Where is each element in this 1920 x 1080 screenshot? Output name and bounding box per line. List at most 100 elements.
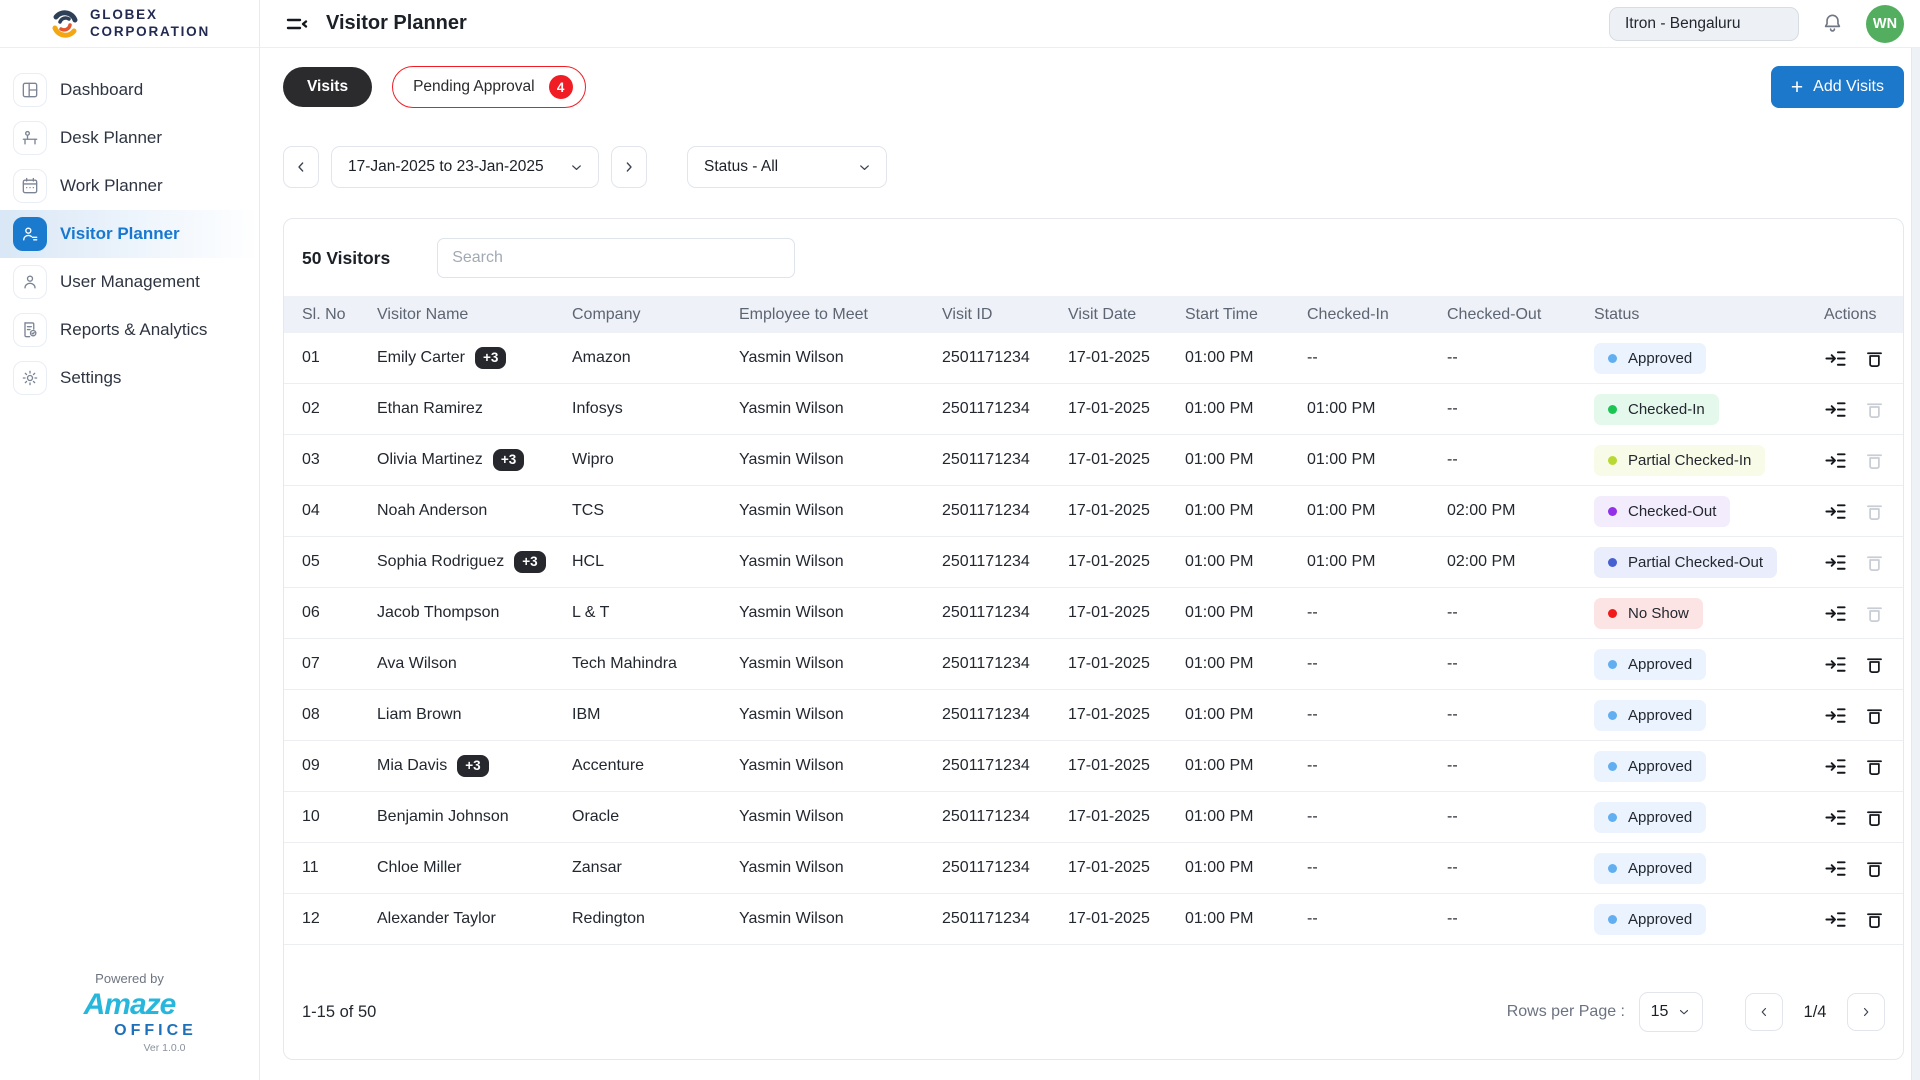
sidebar-collapse-icon[interactable] bbox=[284, 11, 310, 37]
delete-button[interactable] bbox=[1864, 807, 1885, 828]
cell-actions bbox=[1824, 653, 1885, 676]
delete-button[interactable] bbox=[1864, 909, 1885, 930]
status-dot bbox=[1608, 864, 1617, 873]
next-page-button[interactable] bbox=[1847, 993, 1885, 1031]
next-week-button[interactable] bbox=[611, 146, 647, 188]
work-planner-icon bbox=[13, 169, 47, 203]
check-in-visitor-button[interactable] bbox=[1824, 500, 1847, 523]
status-dot bbox=[1608, 405, 1617, 414]
additional-visitors-badge[interactable]: +3 bbox=[514, 551, 545, 573]
cell-employee-to-meet: Yasmin Wilson bbox=[739, 757, 942, 775]
additional-visitors-badge[interactable]: +3 bbox=[457, 755, 488, 777]
cell-visitor-name: Noah Anderson bbox=[377, 502, 572, 520]
sidebar-item-settings[interactable]: Settings bbox=[0, 354, 259, 402]
cell-visit-id: 2501171234 bbox=[942, 859, 1068, 877]
cell-company: Wipro bbox=[572, 451, 739, 469]
cell-employee-to-meet: Yasmin Wilson bbox=[739, 910, 942, 928]
check-in-icon bbox=[1824, 806, 1847, 829]
user-avatar[interactable]: WN bbox=[1866, 5, 1904, 43]
cell-start-time: 01:00 PM bbox=[1185, 400, 1307, 418]
status-dot bbox=[1608, 354, 1617, 363]
status-badge: Approved bbox=[1594, 802, 1706, 833]
delete-button[interactable] bbox=[1864, 348, 1885, 369]
check-in-visitor-button[interactable] bbox=[1824, 449, 1847, 472]
previous-page-button[interactable] bbox=[1745, 993, 1783, 1031]
check-in-visitor-button[interactable] bbox=[1824, 755, 1847, 778]
cell-sl-no: 12 bbox=[302, 910, 377, 928]
notification-bell-icon[interactable] bbox=[1821, 12, 1844, 35]
cell-visit-id: 2501171234 bbox=[942, 553, 1068, 571]
check-in-visitor-button[interactable] bbox=[1824, 347, 1847, 370]
delete-button[interactable] bbox=[1864, 450, 1885, 471]
cell-checked-in: -- bbox=[1307, 655, 1447, 673]
previous-week-button[interactable] bbox=[283, 146, 319, 188]
app-window: GLOBEX CORPORATION Dashboard Desk Planne… bbox=[0, 0, 1920, 1080]
delete-button[interactable] bbox=[1864, 399, 1885, 420]
trash-icon bbox=[1864, 807, 1885, 828]
check-in-visitor-button[interactable] bbox=[1824, 857, 1847, 880]
globex-logo-icon bbox=[49, 8, 81, 40]
topbar: Visitor Planner Itron - Bengaluru WN bbox=[260, 0, 1920, 48]
tab-visits[interactable]: Visits bbox=[283, 67, 372, 107]
check-in-visitor-button[interactable] bbox=[1824, 398, 1847, 421]
powered-by-label: Powered by bbox=[0, 971, 259, 986]
check-in-visitor-button[interactable] bbox=[1824, 908, 1847, 931]
check-in-visitor-button[interactable] bbox=[1824, 704, 1847, 727]
status-filter-select[interactable]: Status - All bbox=[687, 146, 887, 188]
status-label: Approved bbox=[1628, 911, 1692, 928]
trash-icon bbox=[1864, 501, 1885, 522]
cell-visitor-name: Jacob Thompson bbox=[377, 604, 572, 622]
rows-per-page-select[interactable]: 15 bbox=[1639, 992, 1703, 1032]
sidebar-item-user-management[interactable]: User Management bbox=[0, 258, 259, 306]
sidebar-item-visitor-planner[interactable]: Visitor Planner bbox=[0, 210, 259, 258]
search-input[interactable] bbox=[437, 238, 795, 278]
cell-visitor-name: Emily Carter +3 bbox=[377, 347, 572, 369]
delete-button[interactable] bbox=[1864, 756, 1885, 777]
cell-visit-date: 17-01-2025 bbox=[1068, 400, 1185, 418]
chevron-down-icon bbox=[1677, 1005, 1691, 1019]
cell-visit-date: 17-01-2025 bbox=[1068, 706, 1185, 724]
cell-sl-no: 09 bbox=[302, 757, 377, 775]
add-visits-button[interactable]: + Add Visits bbox=[1771, 66, 1904, 108]
additional-visitors-badge[interactable]: +3 bbox=[475, 347, 506, 369]
cell-checked-in: -- bbox=[1307, 757, 1447, 775]
check-in-visitor-button[interactable] bbox=[1824, 602, 1847, 625]
status-label: Checked-In bbox=[1628, 401, 1705, 418]
cell-checked-in: -- bbox=[1307, 349, 1447, 367]
visitor-count: 50 Visitors bbox=[302, 248, 390, 269]
cell-checked-out: 02:00 PM bbox=[1447, 502, 1594, 520]
cell-visit-id: 2501171234 bbox=[942, 808, 1068, 826]
check-in-icon bbox=[1824, 857, 1847, 880]
column-header-actions: Actions bbox=[1824, 306, 1885, 324]
delete-button[interactable] bbox=[1864, 501, 1885, 522]
cell-checked-out: -- bbox=[1447, 808, 1594, 826]
cell-checked-in: -- bbox=[1307, 859, 1447, 877]
check-in-visitor-button[interactable] bbox=[1824, 806, 1847, 829]
delete-button[interactable] bbox=[1864, 603, 1885, 624]
date-range-select[interactable]: 17-Jan-2025 to 23-Jan-2025 bbox=[331, 146, 599, 188]
sidebar-item-dashboard[interactable]: Dashboard bbox=[0, 66, 259, 114]
sidebar-item-label: Dashboard bbox=[60, 80, 143, 100]
cell-checked-out: 02:00 PM bbox=[1447, 553, 1594, 571]
tab-pending-approval[interactable]: Pending Approval 4 bbox=[392, 66, 586, 108]
sidebar-item-reports-analytics[interactable]: Reports & Analytics bbox=[0, 306, 259, 354]
status-label: Approved bbox=[1628, 656, 1692, 673]
sidebar-item-desk-planner[interactable]: Desk Planner bbox=[0, 114, 259, 162]
sidebar-item-label: Reports & Analytics bbox=[60, 320, 207, 340]
check-in-visitor-button[interactable] bbox=[1824, 551, 1847, 574]
cell-company: Infosys bbox=[572, 400, 739, 418]
location-selector[interactable]: Itron - Bengaluru bbox=[1609, 7, 1799, 41]
check-in-visitor-button[interactable] bbox=[1824, 653, 1847, 676]
delete-button[interactable] bbox=[1864, 552, 1885, 573]
delete-button[interactable] bbox=[1864, 705, 1885, 726]
scrollbar[interactable] bbox=[1911, 48, 1920, 1080]
delete-button[interactable] bbox=[1864, 858, 1885, 879]
delete-button[interactable] bbox=[1864, 654, 1885, 675]
desk-planner-icon bbox=[13, 121, 47, 155]
cell-sl-no: 11 bbox=[302, 859, 377, 877]
cell-start-time: 01:00 PM bbox=[1185, 859, 1307, 877]
cell-sl-no: 01 bbox=[302, 349, 377, 367]
sidebar-item-work-planner[interactable]: Work Planner bbox=[0, 162, 259, 210]
status-badge: Approved bbox=[1594, 343, 1706, 374]
additional-visitors-badge[interactable]: +3 bbox=[493, 449, 524, 471]
